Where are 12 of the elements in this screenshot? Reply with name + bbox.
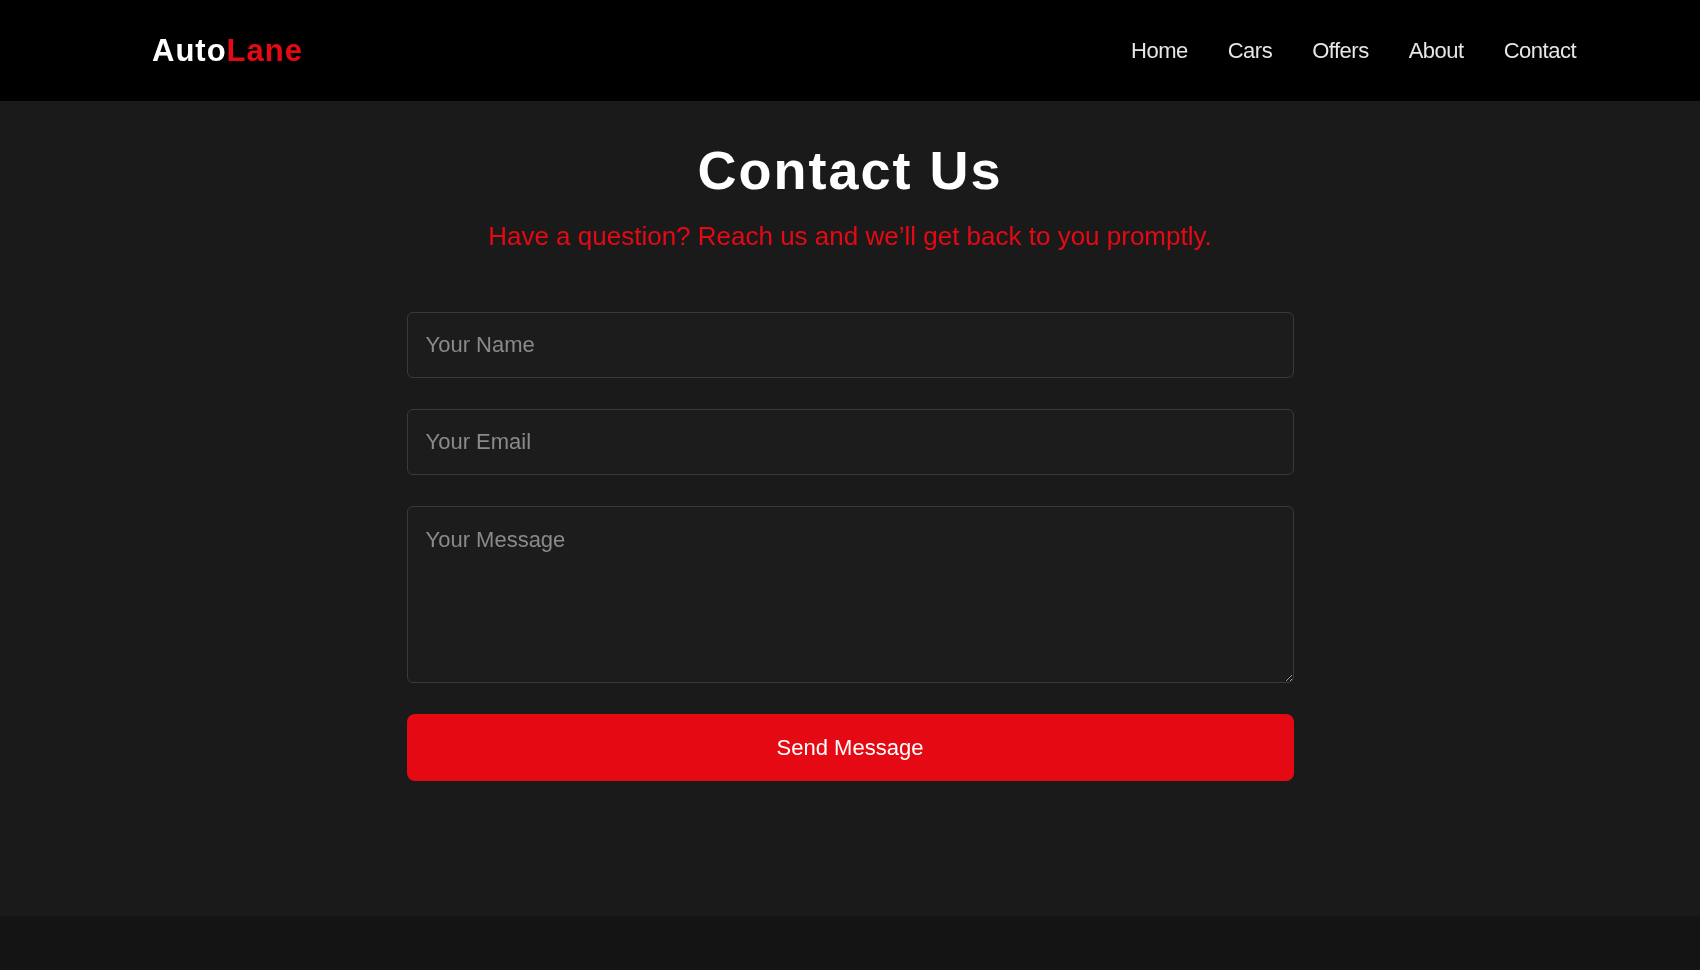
send-button[interactable]: Send Message xyxy=(406,714,1294,781)
subtitle: Have a question? Reach us and we’ll get back to you promptly. xyxy=(488,221,1212,252)
nav-link[interactable]: Home xyxy=(1131,37,1188,64)
nav-link[interactable]: Contact xyxy=(1503,37,1576,64)
message-field[interactable]: Your Message xyxy=(406,506,1294,683)
page-title: Contact Us xyxy=(697,139,1003,201)
input-field[interactable]: Your Name xyxy=(406,312,1294,378)
nav-link[interactable]: Cars xyxy=(1227,37,1273,64)
input-field[interactable]: Your Email xyxy=(406,409,1294,475)
logo[interactable]: AutoLane xyxy=(152,32,303,69)
nav-link[interactable]: Offers xyxy=(1312,37,1369,64)
nav-link[interactable]: About xyxy=(1408,37,1464,64)
